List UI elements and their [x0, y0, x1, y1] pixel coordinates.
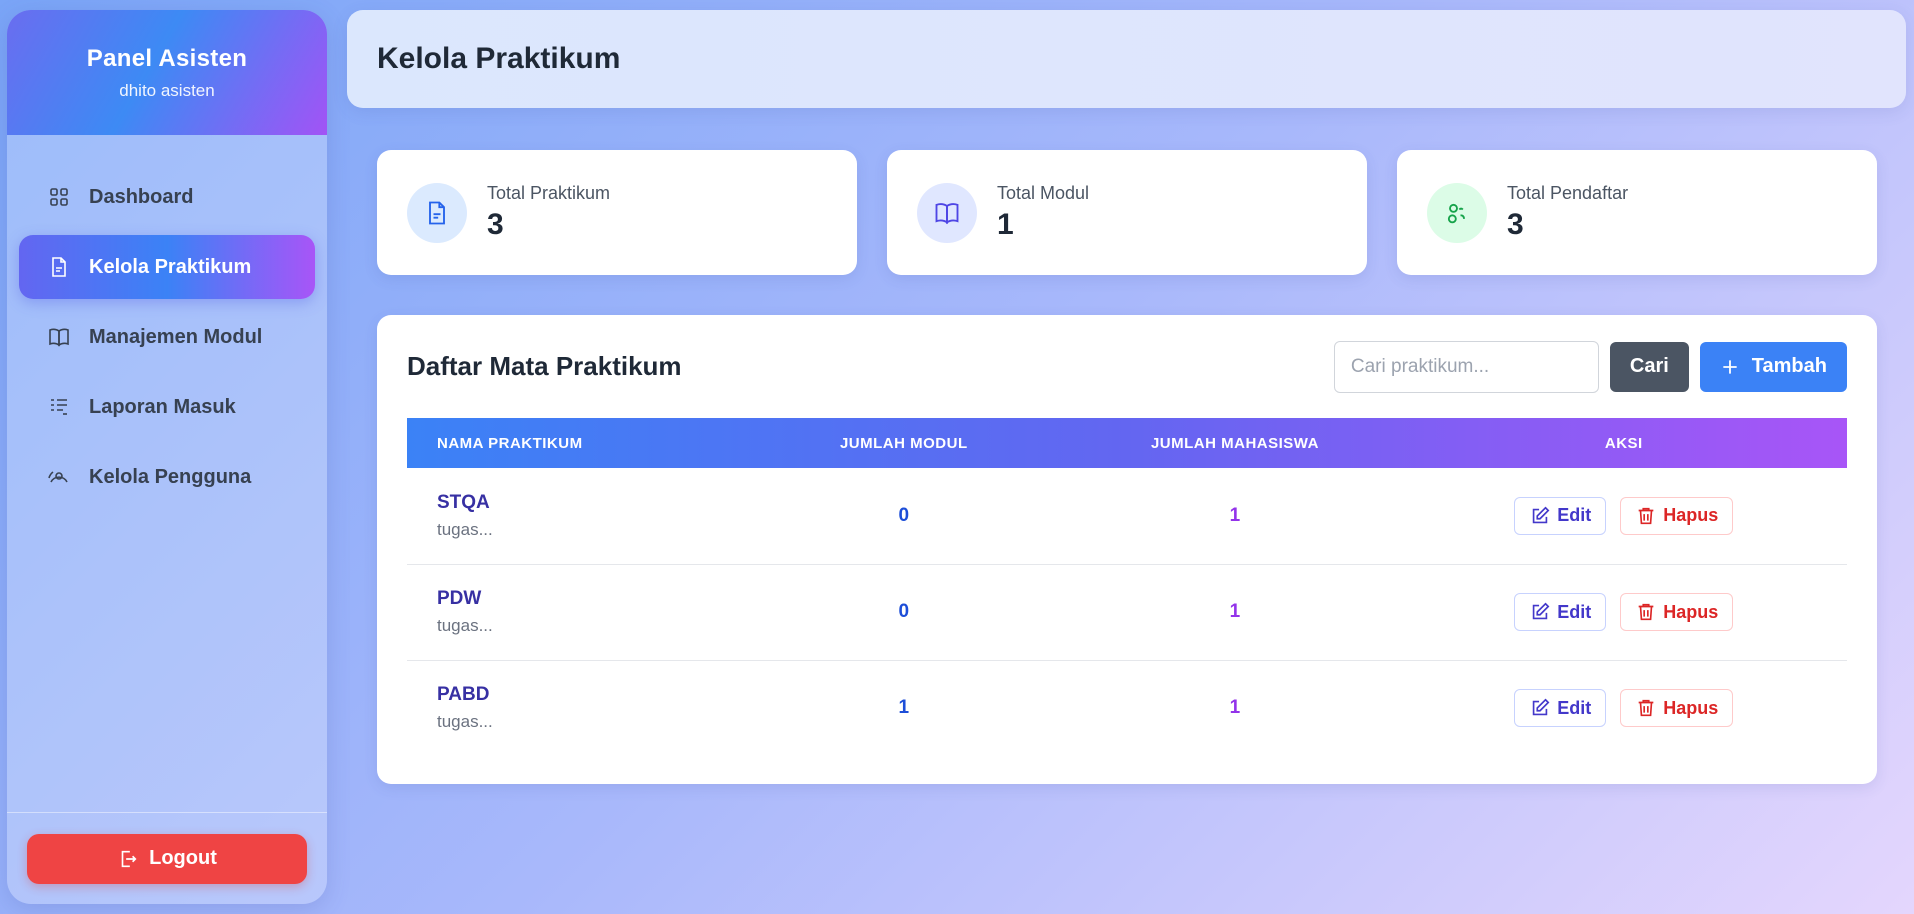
jumlah-mahasiswa: 1	[1229, 601, 1241, 622]
sidebar-item-kelola-praktikum[interactable]: Kelola Praktikum	[19, 235, 315, 299]
trash-icon	[1638, 507, 1654, 524]
edit-button[interactable]: Edit	[1514, 689, 1607, 728]
jumlah-modul: 0	[898, 504, 910, 526]
delete-label: Hapus	[1663, 601, 1719, 622]
delete-label: Hapus	[1663, 505, 1719, 526]
praktikum-list-card: Daftar Mata Praktikum Cari Tambah NAMA P…	[377, 315, 1877, 784]
edit-label: Edit	[1557, 601, 1592, 622]
list-header: Daftar Mata Praktikum Cari Tambah	[407, 315, 1847, 418]
list-actions: Cari Tambah	[1333, 340, 1847, 393]
row-actions: Edit Hapus	[1401, 593, 1847, 631]
delete-button[interactable]: Hapus	[1620, 593, 1734, 631]
grid-icon	[50, 188, 68, 206]
stat-icon-wrap	[1427, 182, 1487, 243]
table-row: STQA tugas... 0 1 Edit Hapus	[407, 468, 1847, 565]
report-icon	[51, 399, 67, 415]
logout-label: Logout	[149, 847, 217, 869]
stat-icon-wrap	[407, 182, 467, 243]
praktikum-name: PABD	[437, 684, 490, 706]
sidebar-item-kelola-pengguna[interactable]: Kelola Pengguna	[19, 445, 315, 509]
stat-label: Total Pendaftar	[1507, 183, 1629, 203]
praktikum-desc: tugas...	[437, 712, 493, 732]
sidebar-title: Panel Asisten	[86, 44, 248, 72]
stat-icon-wrap	[917, 182, 977, 243]
edit-icon	[1533, 506, 1550, 523]
sidebar-item-label: Laporan Masuk	[89, 395, 236, 418]
column-header: JUMLAH MODUL	[839, 434, 968, 452]
sidebar-nav: Dashboard Kelola Praktikum Manajemen Mod…	[7, 135, 327, 509]
sidebar-footer: Logout	[7, 812, 327, 904]
stat-value: 3	[487, 208, 504, 241]
column-header: NAMA PRAKTIKUM	[437, 434, 583, 452]
edit-icon	[1533, 698, 1550, 716]
add-button-label: Tambah	[1751, 355, 1827, 377]
edit-icon	[1533, 602, 1550, 620]
table-header-row: NAMA PRAKTIKUM JUMLAH MODUL JUMLAH MAHAS…	[407, 418, 1847, 468]
row-actions: Edit Hapus	[1401, 689, 1847, 728]
users-icon	[48, 471, 68, 483]
praktikum-name: STQA	[437, 491, 490, 513]
stat-card-total-praktikum: Total Praktikum 3	[377, 150, 857, 275]
praktikum-desc: tugas...	[437, 519, 493, 539]
logout-icon	[121, 850, 137, 867]
sidebar-item-laporan-masuk[interactable]: Laporan Masuk	[19, 375, 315, 439]
sidebar: Panel Asisten dhito asisten Dashboard Ke…	[7, 10, 327, 904]
delete-label: Hapus	[1663, 697, 1719, 718]
edit-label: Edit	[1557, 697, 1592, 718]
trash-icon	[1638, 603, 1654, 621]
praktikum-name: PDW	[437, 588, 482, 609]
edit-button[interactable]: Edit	[1514, 593, 1607, 631]
search-button[interactable]: Cari	[1609, 341, 1689, 392]
table-row: PABD tugas... 1 1 Edit Hapus	[407, 660, 1847, 756]
sidebar-item-dashboard[interactable]: Dashboard	[19, 165, 315, 229]
jumlah-mahasiswa: 1	[1229, 504, 1241, 526]
column-header: JUMLAH MAHASISWA	[1150, 434, 1319, 452]
top-header: Kelola Praktikum	[347, 10, 1906, 108]
file-icon	[429, 201, 445, 224]
table-row: PDW tugas... 0 1 Edit Hapus	[407, 564, 1847, 661]
book-icon	[49, 328, 69, 347]
trash-icon	[1638, 700, 1654, 717]
users-icon	[1447, 203, 1465, 223]
delete-button[interactable]: Hapus	[1620, 689, 1734, 728]
row-actions: Edit Hapus	[1401, 496, 1847, 535]
stat-label: Total Praktikum	[487, 183, 611, 203]
list-title: Daftar Mata Praktikum	[407, 351, 682, 381]
page-title: Kelola Praktikum	[377, 42, 621, 75]
stat-label: Total Modul	[997, 183, 1090, 203]
file-icon	[52, 257, 66, 277]
cell-name: PDW tugas...	[407, 564, 739, 661]
sidebar-item-label: Manajemen Modul	[89, 325, 263, 348]
praktikum-table: NAMA PRAKTIKUM JUMLAH MODUL JUMLAH MAHAS…	[407, 418, 1847, 756]
logout-button[interactable]: Logout	[27, 833, 307, 884]
delete-button[interactable]: Hapus	[1620, 496, 1734, 535]
cell-name: STQA tugas...	[407, 468, 739, 565]
cell-name: PABD tugas...	[407, 660, 738, 756]
add-button[interactable]: Tambah	[1699, 341, 1847, 392]
edit-label: Edit	[1557, 505, 1592, 526]
jumlah-modul: 0	[898, 601, 910, 622]
sidebar-item-label: Kelola Pengguna	[89, 465, 252, 488]
stat-value: 3	[1507, 208, 1524, 241]
stat-card-total-pendaftar: Total Pendaftar 3	[1397, 150, 1877, 275]
stat-card-total-modul: Total Modul 1	[887, 150, 1367, 275]
stat-value: 1	[997, 208, 1014, 241]
jumlah-modul: 1	[898, 697, 910, 719]
sidebar-header: Panel Asisten dhito asisten	[7, 10, 327, 135]
praktikum-desc: tugas...	[437, 616, 493, 635]
sidebar-item-label: Dashboard	[89, 185, 194, 208]
edit-button[interactable]: Edit	[1514, 496, 1607, 535]
sidebar-item-label: Kelola Praktikum	[89, 255, 252, 278]
sidebar-user: dhito asisten	[119, 80, 215, 100]
plus-icon	[1723, 359, 1737, 374]
column-header: AKSI	[1604, 434, 1643, 452]
sidebar-item-manajemen-modul[interactable]: Manajemen Modul	[19, 305, 315, 369]
book-icon	[935, 202, 959, 224]
jumlah-mahasiswa: 1	[1229, 697, 1241, 719]
search-input[interactable]	[1333, 340, 1599, 393]
